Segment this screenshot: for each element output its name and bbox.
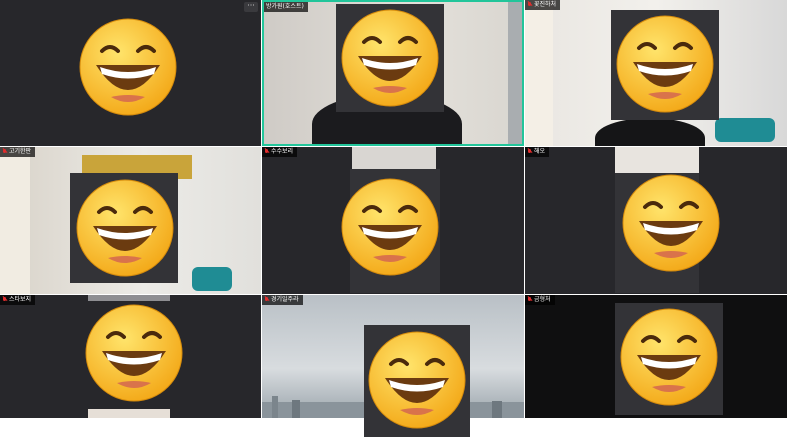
participant-name: 해오 <box>534 148 546 155</box>
participant-name: 고기한판 <box>9 148 32 155</box>
sofa <box>715 118 775 142</box>
participant-tile-9[interactable]: 금형처 <box>525 295 787 418</box>
microphone-muted-icon <box>527 149 532 155</box>
participant-name-tag: 방가원(호스트) <box>264 2 308 12</box>
participant-tile-5[interactable]: 수수보리 <box>262 147 524 294</box>
grinning-emoji-icon <box>368 331 466 429</box>
participant-name-tag: 금형처 <box>525 295 555 305</box>
microphone-muted-icon <box>264 149 269 155</box>
participant-name: 방가원(호스트) <box>266 3 304 10</box>
grinning-emoji-icon <box>341 178 439 276</box>
microphone-muted-icon <box>527 2 532 8</box>
microphone-muted-icon <box>264 297 269 303</box>
participant-tile-6[interactable]: 해오 <box>525 147 787 294</box>
participant-name-tag: 꽃진하처 <box>525 0 561 10</box>
participant-name-tag: 수수보리 <box>262 147 298 157</box>
participant-tile-3[interactable]: 꽃진하처 <box>525 0 787 146</box>
participant-tile-7[interactable]: 스타보지 <box>0 295 261 418</box>
participant-name-tag: 경기일주라 <box>262 295 303 305</box>
video-feed <box>88 295 170 301</box>
participant-tile-2[interactable]: 방가원(호스트) <box>262 0 524 146</box>
participant-name: 수수보리 <box>271 148 294 155</box>
participant-name-tag: 해오 <box>525 147 550 157</box>
sofa <box>192 267 232 291</box>
participant-tile-4[interactable]: 고기한판 <box>0 147 261 294</box>
microphone-muted-icon <box>527 297 532 303</box>
participant-name: 꽃진하처 <box>534 1 557 8</box>
grinning-emoji-icon <box>622 174 720 272</box>
video-grid: ··· 방가원(호스트) 꽃진하처 고기한판 수수보리 해오 스타보지 경기일주… <box>0 0 787 448</box>
participant-name-tag: 스타보지 <box>0 295 36 305</box>
curtain <box>0 147 30 294</box>
participant-name-tag: 고기한판 <box>0 147 36 157</box>
curtain <box>525 0 553 146</box>
grinning-emoji-icon <box>620 308 718 406</box>
participant-name: 금형처 <box>534 296 551 303</box>
grinning-emoji-icon <box>341 9 439 107</box>
participant-name: 경기일주라 <box>271 296 299 303</box>
video-feed-bottom <box>88 409 170 418</box>
grinning-emoji-icon <box>616 15 714 113</box>
window-blind <box>508 2 522 144</box>
microphone-muted-icon <box>2 297 7 303</box>
participant-name: 스타보지 <box>9 296 32 303</box>
microphone-muted-icon <box>2 149 7 155</box>
more-options-button[interactable]: ··· <box>244 2 258 12</box>
grinning-emoji-icon <box>85 304 183 402</box>
grinning-emoji-icon <box>79 18 177 116</box>
participant-tile-1[interactable]: ··· <box>0 0 261 146</box>
grinning-emoji-icon <box>76 179 174 277</box>
